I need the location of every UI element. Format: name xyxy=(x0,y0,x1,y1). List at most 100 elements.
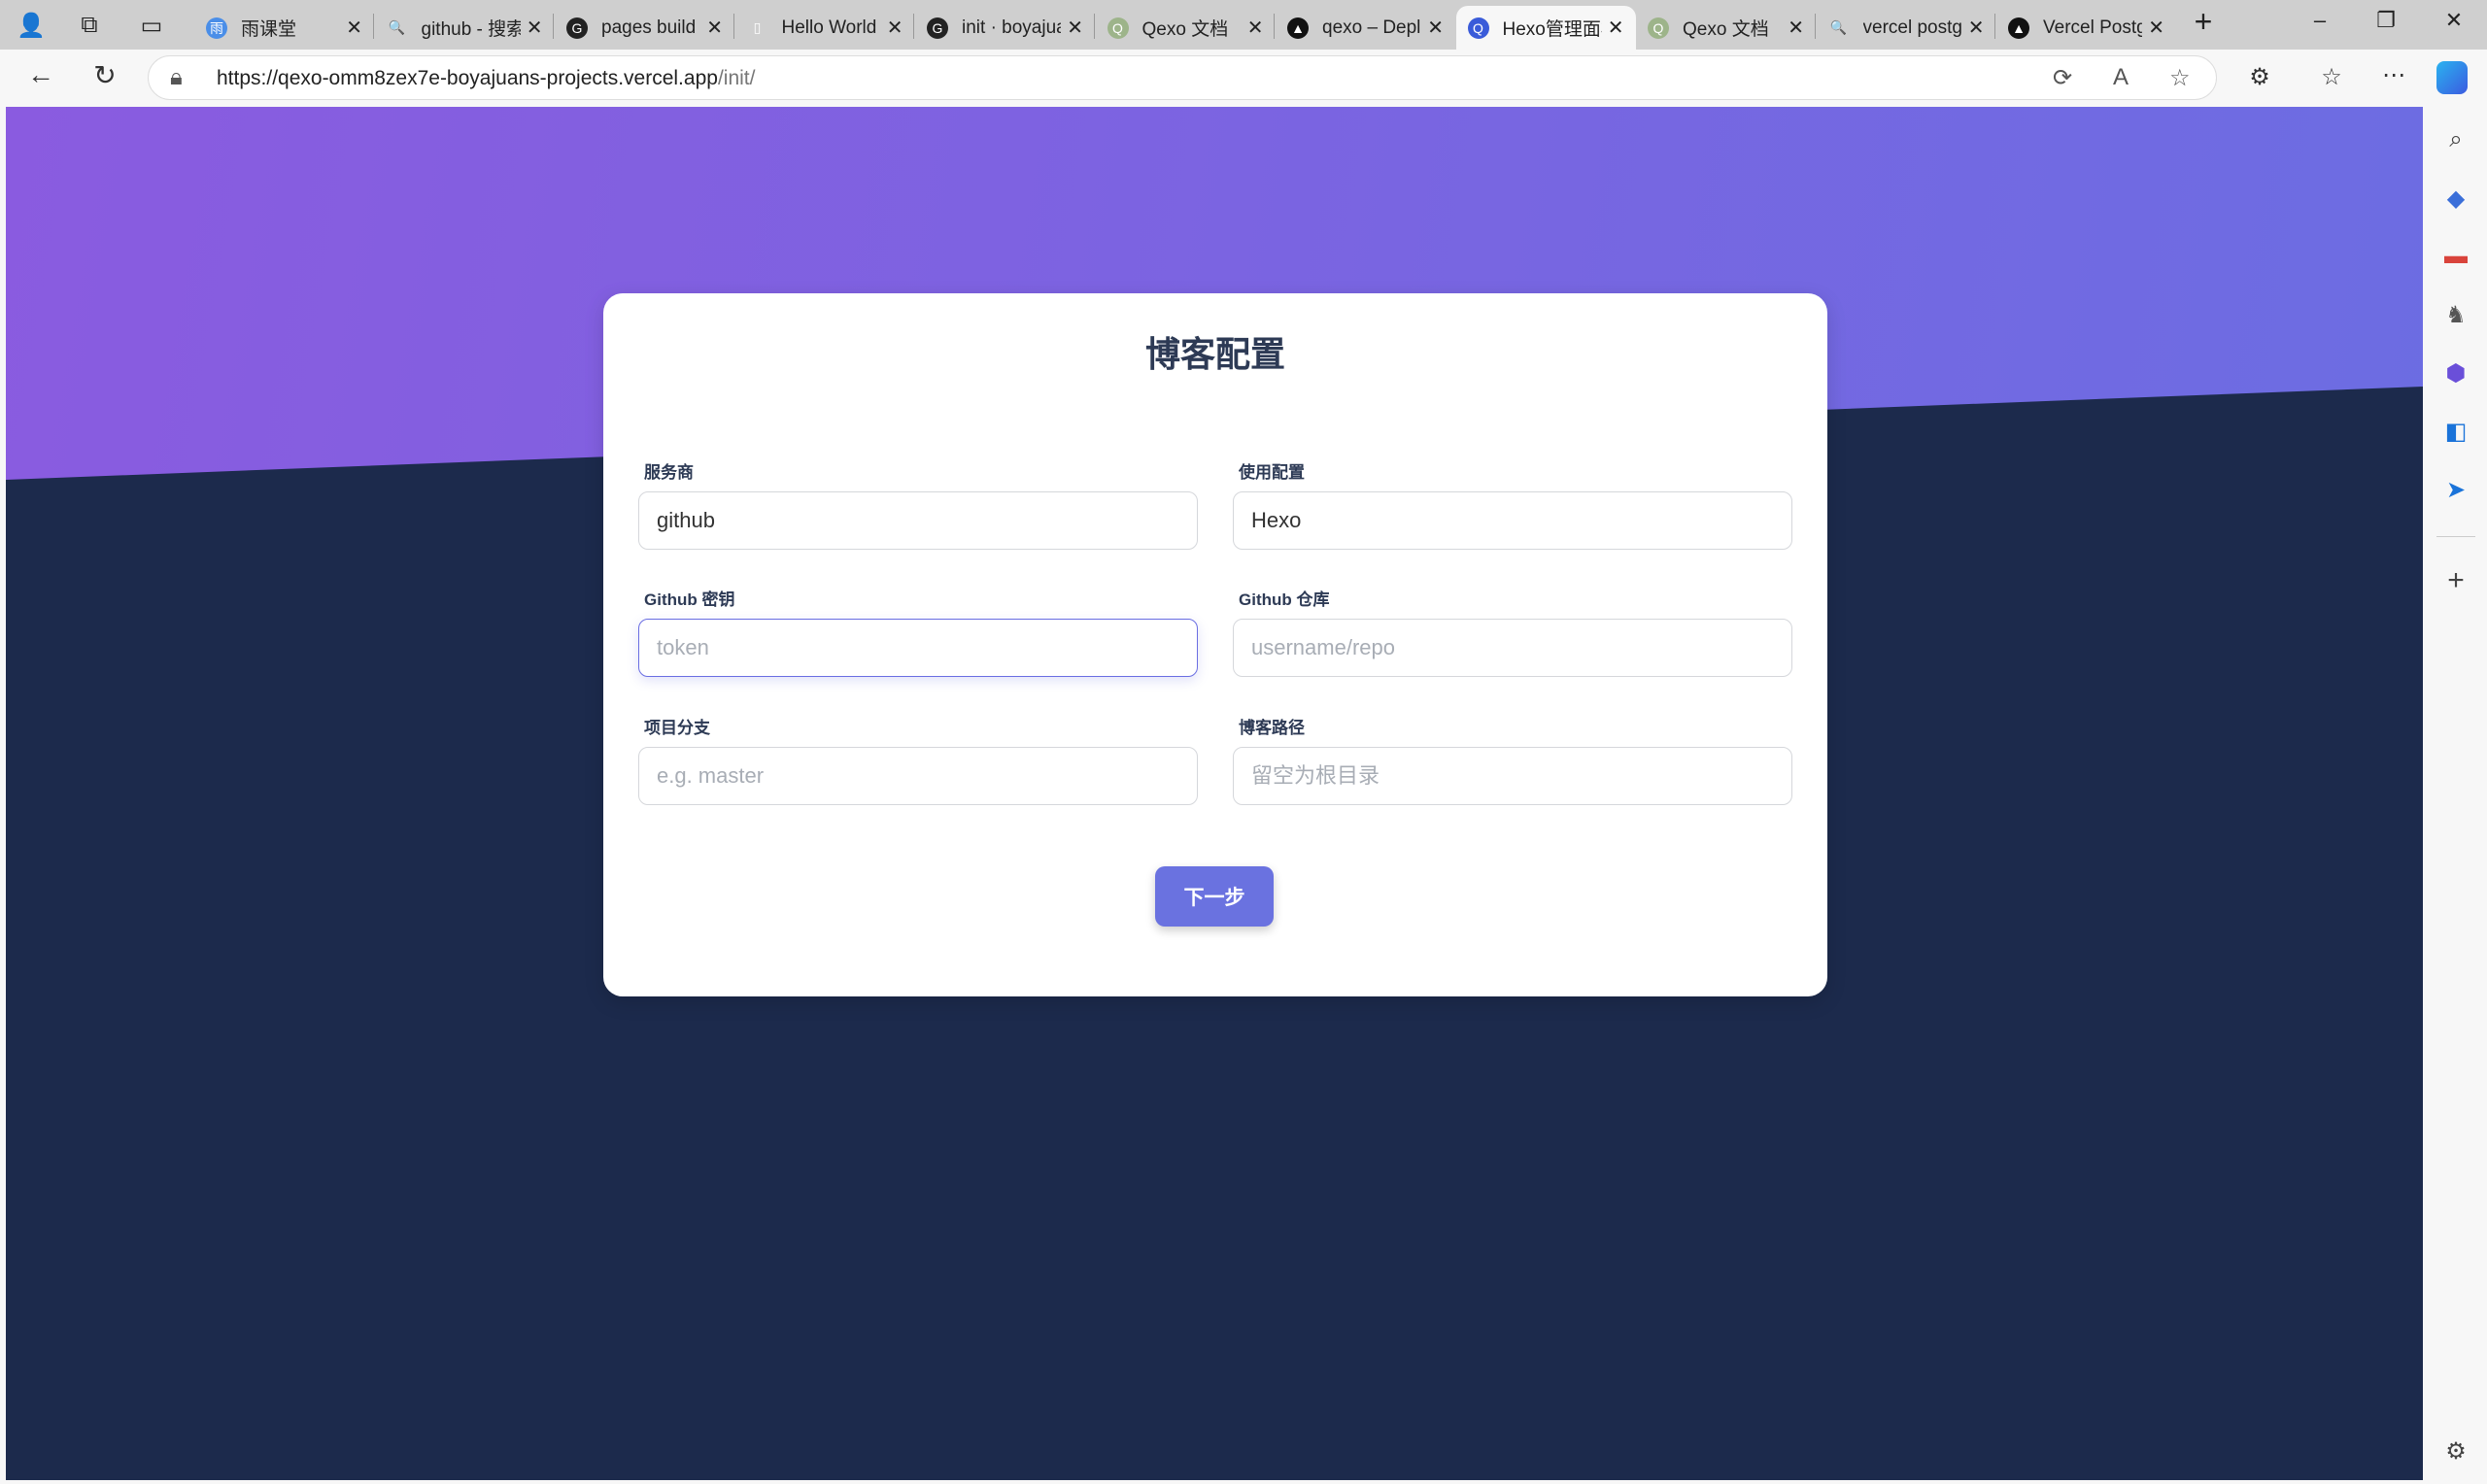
profile-icon[interactable]: 👤 xyxy=(14,8,49,43)
config-input[interactable] xyxy=(1233,491,1792,550)
copilot-icon[interactable] xyxy=(2436,61,2468,94)
tab-close-icon[interactable]: ✕ xyxy=(2148,16,2164,40)
tab-favicon-icon: 🔍 xyxy=(386,17,408,39)
tab-close-icon[interactable]: ✕ xyxy=(1427,16,1444,40)
repo-field: Github 仓库 xyxy=(1233,586,1792,677)
tab-10[interactable]: ▲ Vercel Postgres✕ xyxy=(1996,6,2176,50)
next-button[interactable]: 下一步 xyxy=(1155,866,1274,927)
tab-separator xyxy=(1274,14,1275,39)
tab-close-icon[interactable]: ✕ xyxy=(706,16,723,40)
token-field: Github 密钥 xyxy=(638,586,1198,677)
tab-4[interactable]: Ginit · boyajuans ✕ xyxy=(915,6,1095,50)
address-bar[interactable]: 🔒︎ https://qexo-omm8zex7e-boyajuans-proj… xyxy=(148,55,2217,100)
tab-favicon-icon: G xyxy=(927,17,948,39)
search-icon[interactable]: ⌕ xyxy=(2438,122,2473,157)
tab-title: vercel postgres xyxy=(1862,17,1962,38)
tab-2[interactable]: Gpages build ✕ xyxy=(555,6,734,50)
vertical-tabs-icon[interactable]: ▭ xyxy=(134,8,169,43)
token-input[interactable] xyxy=(638,619,1198,677)
tab-bar: 👤 ⧉ ▭ 雨雨课堂 ✕ 🔍 github - 搜索 ✕ Gpages build ✕ ▯ He… xyxy=(0,0,2487,50)
branch-field: 项目分支 xyxy=(638,714,1198,805)
shopping-tag-icon[interactable]: ◆ xyxy=(2438,181,2473,216)
tab-5[interactable]: Q Qexo 文档 ✕ xyxy=(1096,6,1276,50)
microsoft365-icon[interactable]: ⬢ xyxy=(2438,355,2473,390)
tab-close-icon[interactable]: ✕ xyxy=(527,16,543,40)
favorites-icon[interactable]: ☆ xyxy=(2312,63,2351,91)
tab-close-icon[interactable]: ✕ xyxy=(1608,16,1624,40)
tab-title: Vercel Postgres xyxy=(2043,17,2143,38)
add-icon[interactable]: + xyxy=(2438,563,2473,598)
tab-9[interactable]: 🔍 vercel postgres ✕ xyxy=(1817,6,1996,50)
translate-icon[interactable]: ⟳ xyxy=(2053,64,2072,92)
tab-title: init · boyajuans xyxy=(962,17,1061,38)
tab-title: Hello World xyxy=(781,17,877,38)
tab-close-icon[interactable]: ✕ xyxy=(1968,16,1985,40)
read-aloud-icon[interactable]: A xyxy=(2113,64,2129,91)
path-input[interactable] xyxy=(1233,747,1792,805)
url-text[interactable]: https://qexo-omm8zex7e-boyajuans-project… xyxy=(217,67,755,90)
extensions-icon[interactable]: ⚙ xyxy=(2240,63,2279,91)
branch-input[interactable] xyxy=(638,747,1198,805)
send-icon[interactable]: ➤ xyxy=(2438,472,2473,507)
outlook-icon[interactable]: ◧ xyxy=(2438,414,2473,449)
tab-close-icon[interactable]: ✕ xyxy=(1067,16,1083,40)
tab-separator xyxy=(1093,14,1095,39)
workspaces-icon[interactable]: ⧉ xyxy=(72,8,107,43)
tab-1[interactable]: 🔍 github - 搜索 ✕ xyxy=(375,6,555,50)
toolbar: ← ↻ 🔒︎ https://qexo-omm8zex7e-boyajuans-… xyxy=(0,50,2487,107)
path-field: 博客路径 xyxy=(1233,714,1792,805)
tab-7[interactable]: Q Hexo管理面板 ✕ xyxy=(1455,6,1636,50)
tab-title: qexo – Deploy xyxy=(1322,17,1421,38)
tab-close-icon[interactable]: ✕ xyxy=(887,16,903,40)
tab-title: 雨课堂 xyxy=(241,19,297,40)
minimize-button[interactable]: – xyxy=(2300,8,2339,33)
tab-separator xyxy=(553,14,554,39)
tab-separator xyxy=(372,14,374,39)
config-field: 使用配置 xyxy=(1233,458,1792,550)
tab-close-icon[interactable]: ✕ xyxy=(1788,16,1804,40)
tab-favicon-icon: Q xyxy=(1467,17,1489,39)
settings-icon[interactable]: ⚙ xyxy=(2438,1433,2473,1468)
tab-separator xyxy=(732,14,734,39)
provider-field: 服务商 xyxy=(638,458,1198,550)
back-button[interactable]: ← xyxy=(21,59,60,90)
tab-close-icon[interactable]: ✕ xyxy=(1247,16,1264,40)
tab-6[interactable]: ▲ qexo – Deploy ✕ xyxy=(1276,6,1455,50)
tab-favicon-icon: G xyxy=(566,17,588,39)
tab-favicon-icon: ▯ xyxy=(746,17,768,39)
config-label: 使用配置 xyxy=(1239,463,1305,482)
more-menu-icon[interactable]: ⋯ xyxy=(2374,61,2413,89)
refresh-button[interactable]: ↻ xyxy=(85,59,124,91)
tab-0[interactable]: 雨雨课堂 ✕ xyxy=(194,6,374,50)
tab-separator xyxy=(1994,14,1995,39)
tab-title: Qexo 文档 xyxy=(1141,19,1229,40)
lock-icon[interactable]: 🔒︎ xyxy=(170,64,183,91)
provider-label: 服务商 xyxy=(644,463,694,482)
tab-separator xyxy=(913,14,914,39)
favorite-star-icon[interactable]: ☆ xyxy=(2169,64,2191,92)
games-icon[interactable]: ♞ xyxy=(2438,297,2473,332)
tab-favicon-icon: 雨 xyxy=(206,17,227,39)
tab-favicon-icon: ▲ xyxy=(1287,17,1309,39)
tab-favicon-icon: Q xyxy=(1648,17,1669,39)
new-tab-button[interactable]: + xyxy=(2184,4,2223,40)
tab-title: pages build xyxy=(601,17,697,38)
page-title: 博客配置 xyxy=(1144,334,1285,374)
url-host: https://qexo-omm8zex7e-boyajuans-project… xyxy=(217,67,718,89)
provider-input[interactable] xyxy=(638,491,1198,550)
tab-close-icon[interactable]: ✕ xyxy=(346,16,362,40)
close-window-button[interactable]: ✕ xyxy=(2435,8,2473,33)
blog-config-card: 博客配置 服务商 使用配置 Github 密钥 Github 仓库 项目分支 博… xyxy=(603,293,1827,996)
page-content: 博客配置 服务商 使用配置 Github 密钥 Github 仓库 项目分支 博… xyxy=(6,107,2423,1480)
tab-3[interactable]: ▯ Hello World ✕ xyxy=(735,6,915,50)
tab-title: Qexo 文档 xyxy=(1683,19,1769,40)
repo-label: Github 仓库 xyxy=(1239,590,1330,609)
repo-input[interactable] xyxy=(1233,619,1792,677)
edge-sidebar: ⌕ ◆ ▬ ♞ ⬢ ◧ ➤ + ⚙ xyxy=(2425,107,2487,1484)
tab-favicon-icon: Q xyxy=(1107,17,1129,39)
tools-icon[interactable]: ▬ xyxy=(2438,239,2473,274)
restore-button[interactable]: ❐ xyxy=(2367,8,2405,33)
url-path: /init/ xyxy=(717,67,756,89)
tab-8[interactable]: Q Qexo 文档 ✕ xyxy=(1636,6,1816,50)
tab-title: github - 搜索 xyxy=(421,19,521,40)
